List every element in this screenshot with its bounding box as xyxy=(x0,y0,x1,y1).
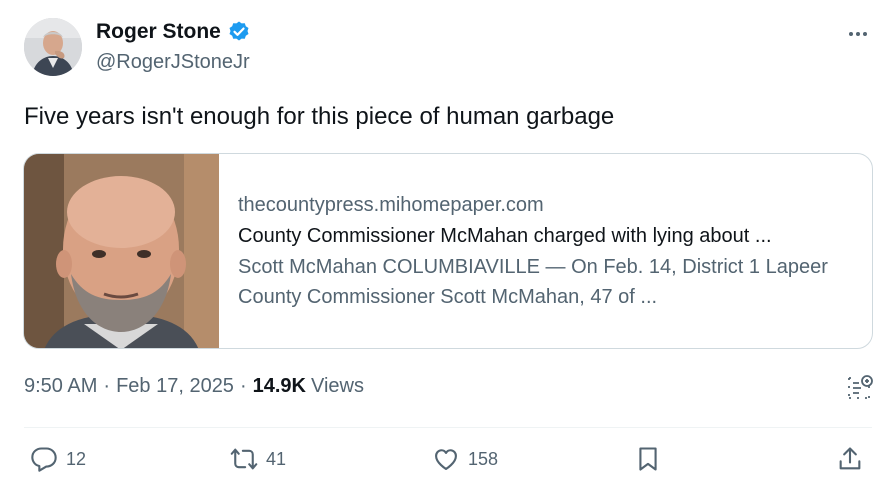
tweet-text: Five years isn't enough for this piece o… xyxy=(24,103,615,130)
share-button[interactable] xyxy=(836,445,864,473)
more-options-icon[interactable] xyxy=(846,22,870,46)
tweet-date[interactable]: Feb 17, 2025 xyxy=(116,375,234,398)
tweet-meta: 9:50 AM · Feb 17, 2025 · 14.9K Views xyxy=(24,375,364,398)
reply-icon xyxy=(31,447,57,472)
card-domain: thecountypress.mihomepaper.com xyxy=(238,194,544,216)
views-label: Views xyxy=(310,375,364,397)
link-preview-card[interactable]: thecountypress.mihomepaper.com County Co… xyxy=(23,153,873,349)
verified-badge-icon[interactable] xyxy=(227,20,251,44)
repost-count: 41 xyxy=(266,448,287,469)
card-description: Scott McMahan COLUMBIAVILLE — On Feb. 14… xyxy=(238,256,828,308)
like-button[interactable]: 158 xyxy=(432,445,498,473)
card-title: County Commissioner McMahan charged with… xyxy=(238,225,772,247)
card-thumbnail-image xyxy=(24,154,219,348)
bookmark-icon xyxy=(639,447,657,471)
repost-icon xyxy=(230,448,258,470)
reply-count: 12 xyxy=(66,448,87,469)
analytics-icon[interactable] xyxy=(846,374,874,402)
share-icon xyxy=(839,447,861,470)
reply-button[interactable]: 12 xyxy=(30,445,86,473)
heart-icon xyxy=(435,449,457,470)
author-avatar[interactable] xyxy=(24,18,82,76)
author-display-name[interactable]: Roger Stone xyxy=(96,20,221,44)
tweet-actions: 12 41 158 xyxy=(0,445,896,481)
card-body: thecountypress.mihomepaper.com County Co… xyxy=(219,154,848,348)
meta-separator: · xyxy=(103,375,111,397)
divider xyxy=(24,427,872,428)
meta-separator: · xyxy=(239,375,247,397)
tweet-time[interactable]: 9:50 AM xyxy=(24,375,97,398)
author-handle[interactable]: @RogerJStoneJr xyxy=(96,51,250,74)
bookmark-button[interactable] xyxy=(634,445,662,473)
author-name-row[interactable]: Roger Stone xyxy=(96,20,251,44)
like-count: 158 xyxy=(468,448,499,469)
views-count: 14.9K xyxy=(252,375,306,397)
repost-button[interactable]: 41 xyxy=(230,445,286,473)
